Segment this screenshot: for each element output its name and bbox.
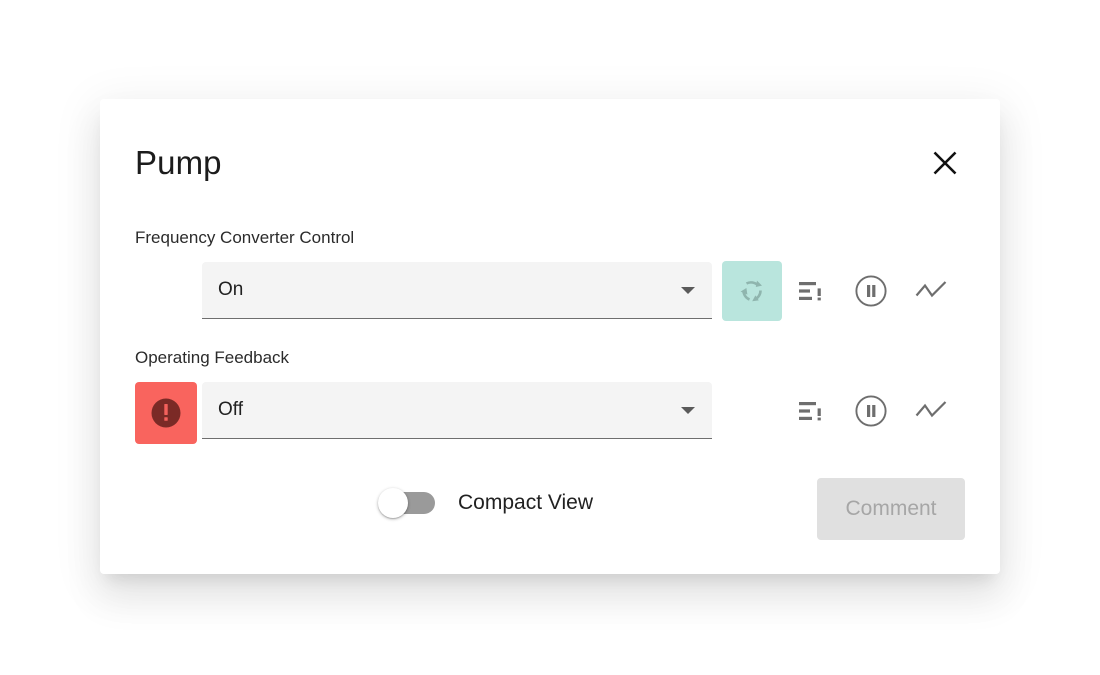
trend-icon-button[interactable] [909,389,953,433]
compact-view-toggle[interactable]: Compact View [378,488,593,518]
pause-icon [854,394,888,428]
pause-icon-button[interactable] [849,389,893,433]
field-frequency-converter-control: Frequency Converter Control On [135,227,965,324]
list-alert-icon [798,398,824,424]
comment-button[interactable]: Comment [817,478,965,540]
icon-cluster [722,382,953,439]
field-operating-feedback: Operating Feedback Off [135,347,965,444]
trend-icon [915,399,947,423]
select-value: Off [218,399,243,420]
pump-dialog: Pump Frequency Converter Control On Oper… [100,99,1000,574]
trend-icon-button[interactable] [909,269,953,313]
field-row: Off [135,382,965,444]
list-alert-icon-button[interactable] [789,269,833,313]
field-label: Operating Feedback [135,348,290,367]
pause-icon [854,274,888,308]
alert-slot-empty [135,262,197,324]
select-field[interactable]: Off [202,382,712,439]
field-row: On [135,260,965,324]
toggle-switch[interactable] [378,488,436,518]
alert-exclamation-icon [146,393,186,433]
select-operating-feedback[interactable]: Off [202,382,712,439]
cycle-icon [735,274,769,308]
select-frequency-converter-control[interactable]: On [202,262,712,319]
alert-status-badge[interactable] [135,382,197,444]
select-value: On [218,279,244,300]
chevron-down-icon [681,286,695,294]
chevron-down-icon [681,406,695,414]
icon-cluster [722,260,953,321]
toggle-knob[interactable] [378,488,408,518]
page-title: Pump [135,144,222,181]
close-icon [932,150,958,176]
close-button[interactable] [925,143,965,183]
screen-background: Pump Frequency Converter Control On Oper… [0,0,1100,675]
dialog-header: Pump [135,140,965,186]
list-alert-icon [798,278,824,304]
field-label: Frequency Converter Control [135,228,355,247]
trend-icon [915,279,947,303]
dialog-footer: Compact View Comment [135,474,965,544]
select-field[interactable]: On [202,262,712,319]
compact-view-label: Compact View [458,491,594,514]
list-alert-icon-button[interactable] [789,389,833,433]
cycle-icon-button[interactable] [722,260,782,321]
pause-icon-button[interactable] [849,269,893,313]
